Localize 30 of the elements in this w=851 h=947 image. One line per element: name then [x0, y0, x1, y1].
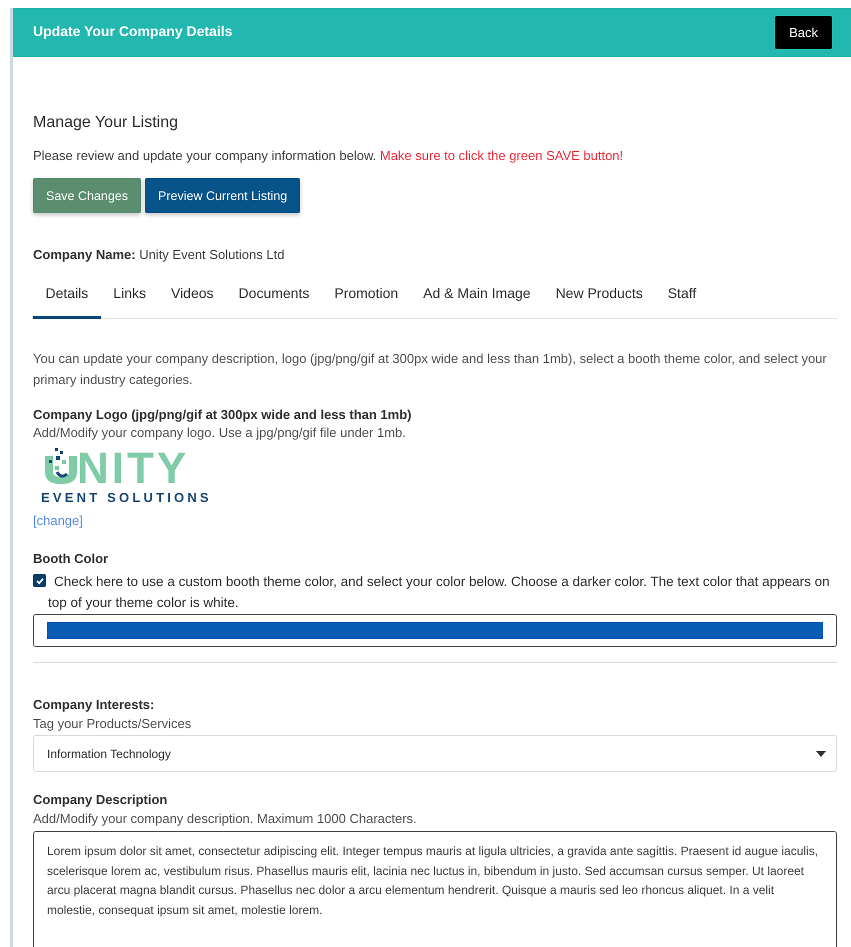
preview-button[interactable]: Preview Current Listing	[145, 178, 300, 213]
tab[interactable]: Links	[100, 280, 158, 319]
field-label: Company Interests:	[33, 697, 156, 712]
field-hint: Add/Modify your company logo. Use a jpg/png/gif file under 1mb.	[33, 425, 407, 440]
tab[interactable]: Documents	[226, 280, 322, 319]
checkbox[interactable]	[33, 574, 46, 587]
details-description: You can update your company description, logo (jpg/png/gif at 300px wide and less than 1mb), select a booth theme color, and select your primary industry categories.	[33, 350, 828, 389]
tab[interactable]: Ad & Main Image	[410, 280, 544, 319]
company-logo: NITY EVENT SOLUTIONS	[41, 446, 212, 505]
save-button[interactable]: Save Changes	[33, 178, 142, 213]
company-name: Company Name: Unity Event Solutions Ltd	[33, 247, 286, 262]
intro-text: Please review and update your company information below. Make sure to click the green SAVE button!	[33, 148, 624, 163]
field-label: Company Description	[33, 792, 168, 807]
field-hint: Add/Modify your company description. Maximum 1000 Characters.	[33, 811, 418, 826]
page-title: Update Your Company Details	[33, 22, 232, 38]
tab[interactable]: Staff	[655, 280, 709, 319]
field-hint: Tag your Products/Services	[33, 716, 192, 731]
description-textarea[interactable]: Lorem ipsum dolor sit amet, consectetur adipiscing elit. Integer tempus mauris at ligula ultricies, a gravida ante sagittis. Praesent id augue iaculis, scelerisque lorem ac, vestibulum risus. Phasellus mauris elit, lacinia nec luctus in, bibendum in justo. Sed accumsan cursus semper. Ut laoreet arcu placerat magna blandit cursus. Phasellus nec dolor a arcu elementum hendrerit. Quisque a mauris sed leo rhoncus aliquet. In a velit molestie, consequat ipsum sit amet, molestie lorem.	[33, 831, 837, 947]
color-picker-field[interactable]	[33, 614, 837, 647]
back-button[interactable]: Back	[775, 16, 832, 49]
section-heading: Manage Your Listing	[33, 114, 179, 132]
field-label: Booth Color	[33, 551, 110, 566]
tab[interactable]: Promotion	[322, 280, 411, 319]
caret-icon	[816, 750, 826, 756]
interests-dropdown[interactable]: Information Technology	[33, 735, 837, 772]
tab[interactable]: Details	[33, 280, 101, 319]
tab[interactable]: Videos	[158, 280, 226, 319]
tab[interactable]: New Products	[543, 280, 656, 319]
field-label: Company Logo (jpg/png/gif at 300px wide and less than 1mb)	[33, 407, 412, 422]
checkbox-label: Check here to use a custom booth theme color, and select your color below. Choose a darker color. The text color that appears on top of your theme color is white.	[48, 573, 831, 612]
